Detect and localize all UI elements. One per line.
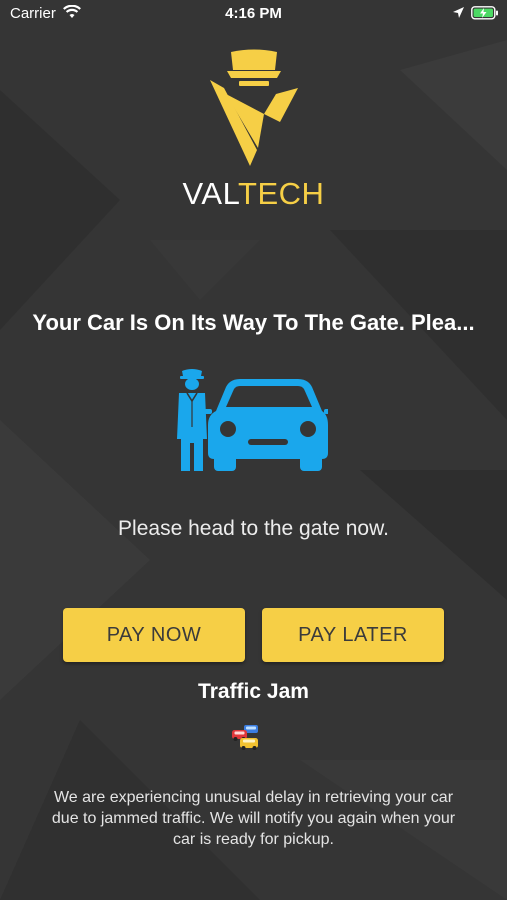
location-arrow-icon: [453, 7, 464, 18]
pay-later-button[interactable]: PAY LATER: [262, 608, 444, 662]
traffic-cars-icon: [232, 725, 258, 750]
page-title: Your Car Is On Its Way To The Gate. Plea…: [32, 310, 475, 335]
status-subtitle: Please head to the gate now.: [118, 517, 389, 540]
valet-with-car-icon: [177, 369, 328, 471]
brand-name: VALTECH: [0, 176, 507, 212]
status-bar: Carrier 4:16 PM: [0, 0, 507, 28]
status-title: Traffic Jam: [198, 680, 309, 703]
battery-charging-icon: [471, 6, 498, 20]
status-description: We are experiencing unusual delay in ret…: [51, 789, 456, 848]
brand-name-part-tech: TECH: [238, 176, 325, 211]
brand-name-part-val: VAL: [182, 176, 239, 211]
status-time: 4:16 PM: [225, 5, 282, 22]
car-icon: [202, 379, 328, 471]
valet-logo-icon: [210, 49, 298, 166]
pay-now-button[interactable]: PAY NOW: [63, 608, 245, 662]
